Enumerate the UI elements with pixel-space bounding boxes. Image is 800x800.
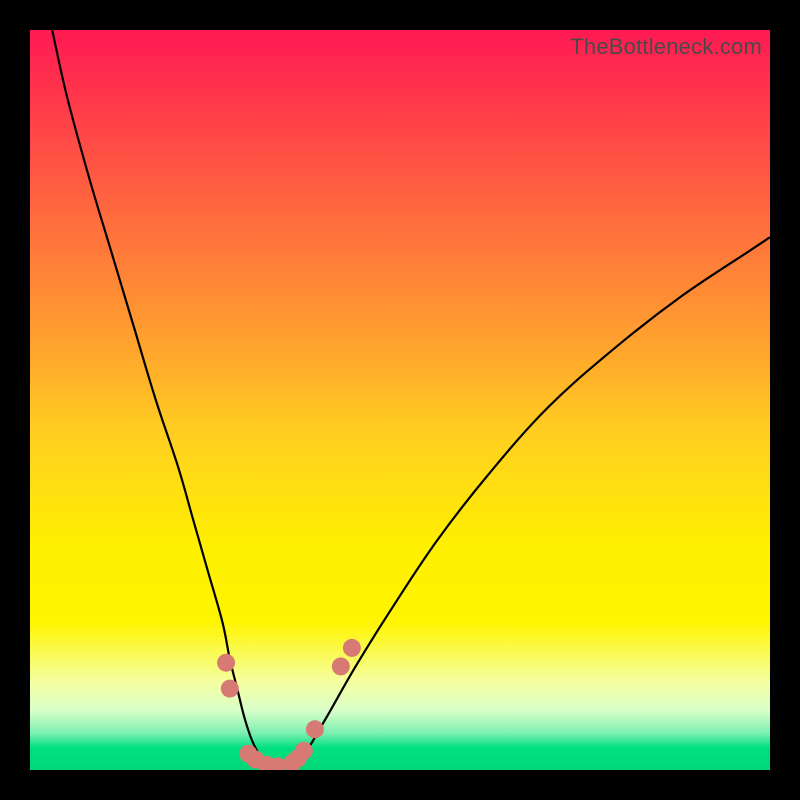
curve-left-branch [52,30,267,770]
data-point-marker [221,680,239,698]
curve-right-branch [289,237,770,770]
chart-plot-area: TheBottleneck.com [30,30,770,770]
data-point-marker [295,742,313,760]
data-point-marker [343,639,361,657]
data-point-marker [306,720,324,738]
chart-frame: TheBottleneck.com [0,0,800,800]
marker-group [217,639,361,770]
data-point-marker [217,654,235,672]
chart-svg [30,30,770,770]
data-point-marker [332,657,350,675]
